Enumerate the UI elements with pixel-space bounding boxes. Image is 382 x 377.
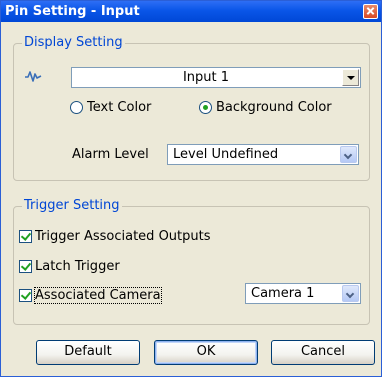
background-color-radio[interactable]: [199, 101, 212, 114]
associated-camera-checkbox[interactable]: [19, 289, 32, 302]
camera-select-value: Camera 1: [251, 286, 315, 301]
close-icon[interactable]: [363, 4, 378, 19]
camera-select[interactable]: Camera 1: [245, 283, 361, 304]
chevron-down-icon[interactable]: [342, 285, 359, 302]
pin-setting-dialog: Pin Setting - Input Display Setting Inpu…: [0, 0, 382, 377]
signal-wave-icon: [25, 71, 42, 82]
alarm-level-value: Level Undefined: [173, 147, 279, 162]
display-setting-label: Display Setting: [22, 35, 125, 51]
trigger-associated-outputs-label[interactable]: Trigger Associated Outputs: [35, 229, 211, 244]
trigger-associated-outputs-checkbox[interactable]: [19, 230, 32, 243]
background-color-label[interactable]: Background Color: [216, 100, 332, 115]
chevron-down-icon[interactable]: [340, 146, 357, 163]
latch-trigger-label[interactable]: Latch Trigger: [35, 259, 120, 274]
input-select-value: Input 1: [182, 70, 230, 85]
alarm-level-select[interactable]: Level Undefined: [167, 144, 359, 165]
trigger-setting-label: Trigger Setting: [22, 198, 122, 214]
default-button[interactable]: Default: [36, 340, 140, 365]
associated-camera-label[interactable]: Associated Camera: [34, 287, 162, 304]
cancel-button[interactable]: Cancel: [271, 340, 375, 365]
title-bar[interactable]: Pin Setting - Input: [1, 1, 381, 22]
display-setting-group: Display Setting Input 1 Text Color Backg…: [13, 35, 370, 181]
ok-button[interactable]: OK: [154, 340, 258, 365]
alarm-level-label: Alarm Level: [72, 147, 149, 162]
window-title: Pin Setting - Input: [5, 4, 140, 19]
input-select[interactable]: Input 1: [71, 67, 361, 88]
text-color-radio[interactable]: [70, 101, 83, 114]
latch-trigger-checkbox[interactable]: [19, 260, 32, 273]
text-color-label[interactable]: Text Color: [87, 100, 151, 115]
chevron-down-icon[interactable]: [342, 69, 359, 86]
